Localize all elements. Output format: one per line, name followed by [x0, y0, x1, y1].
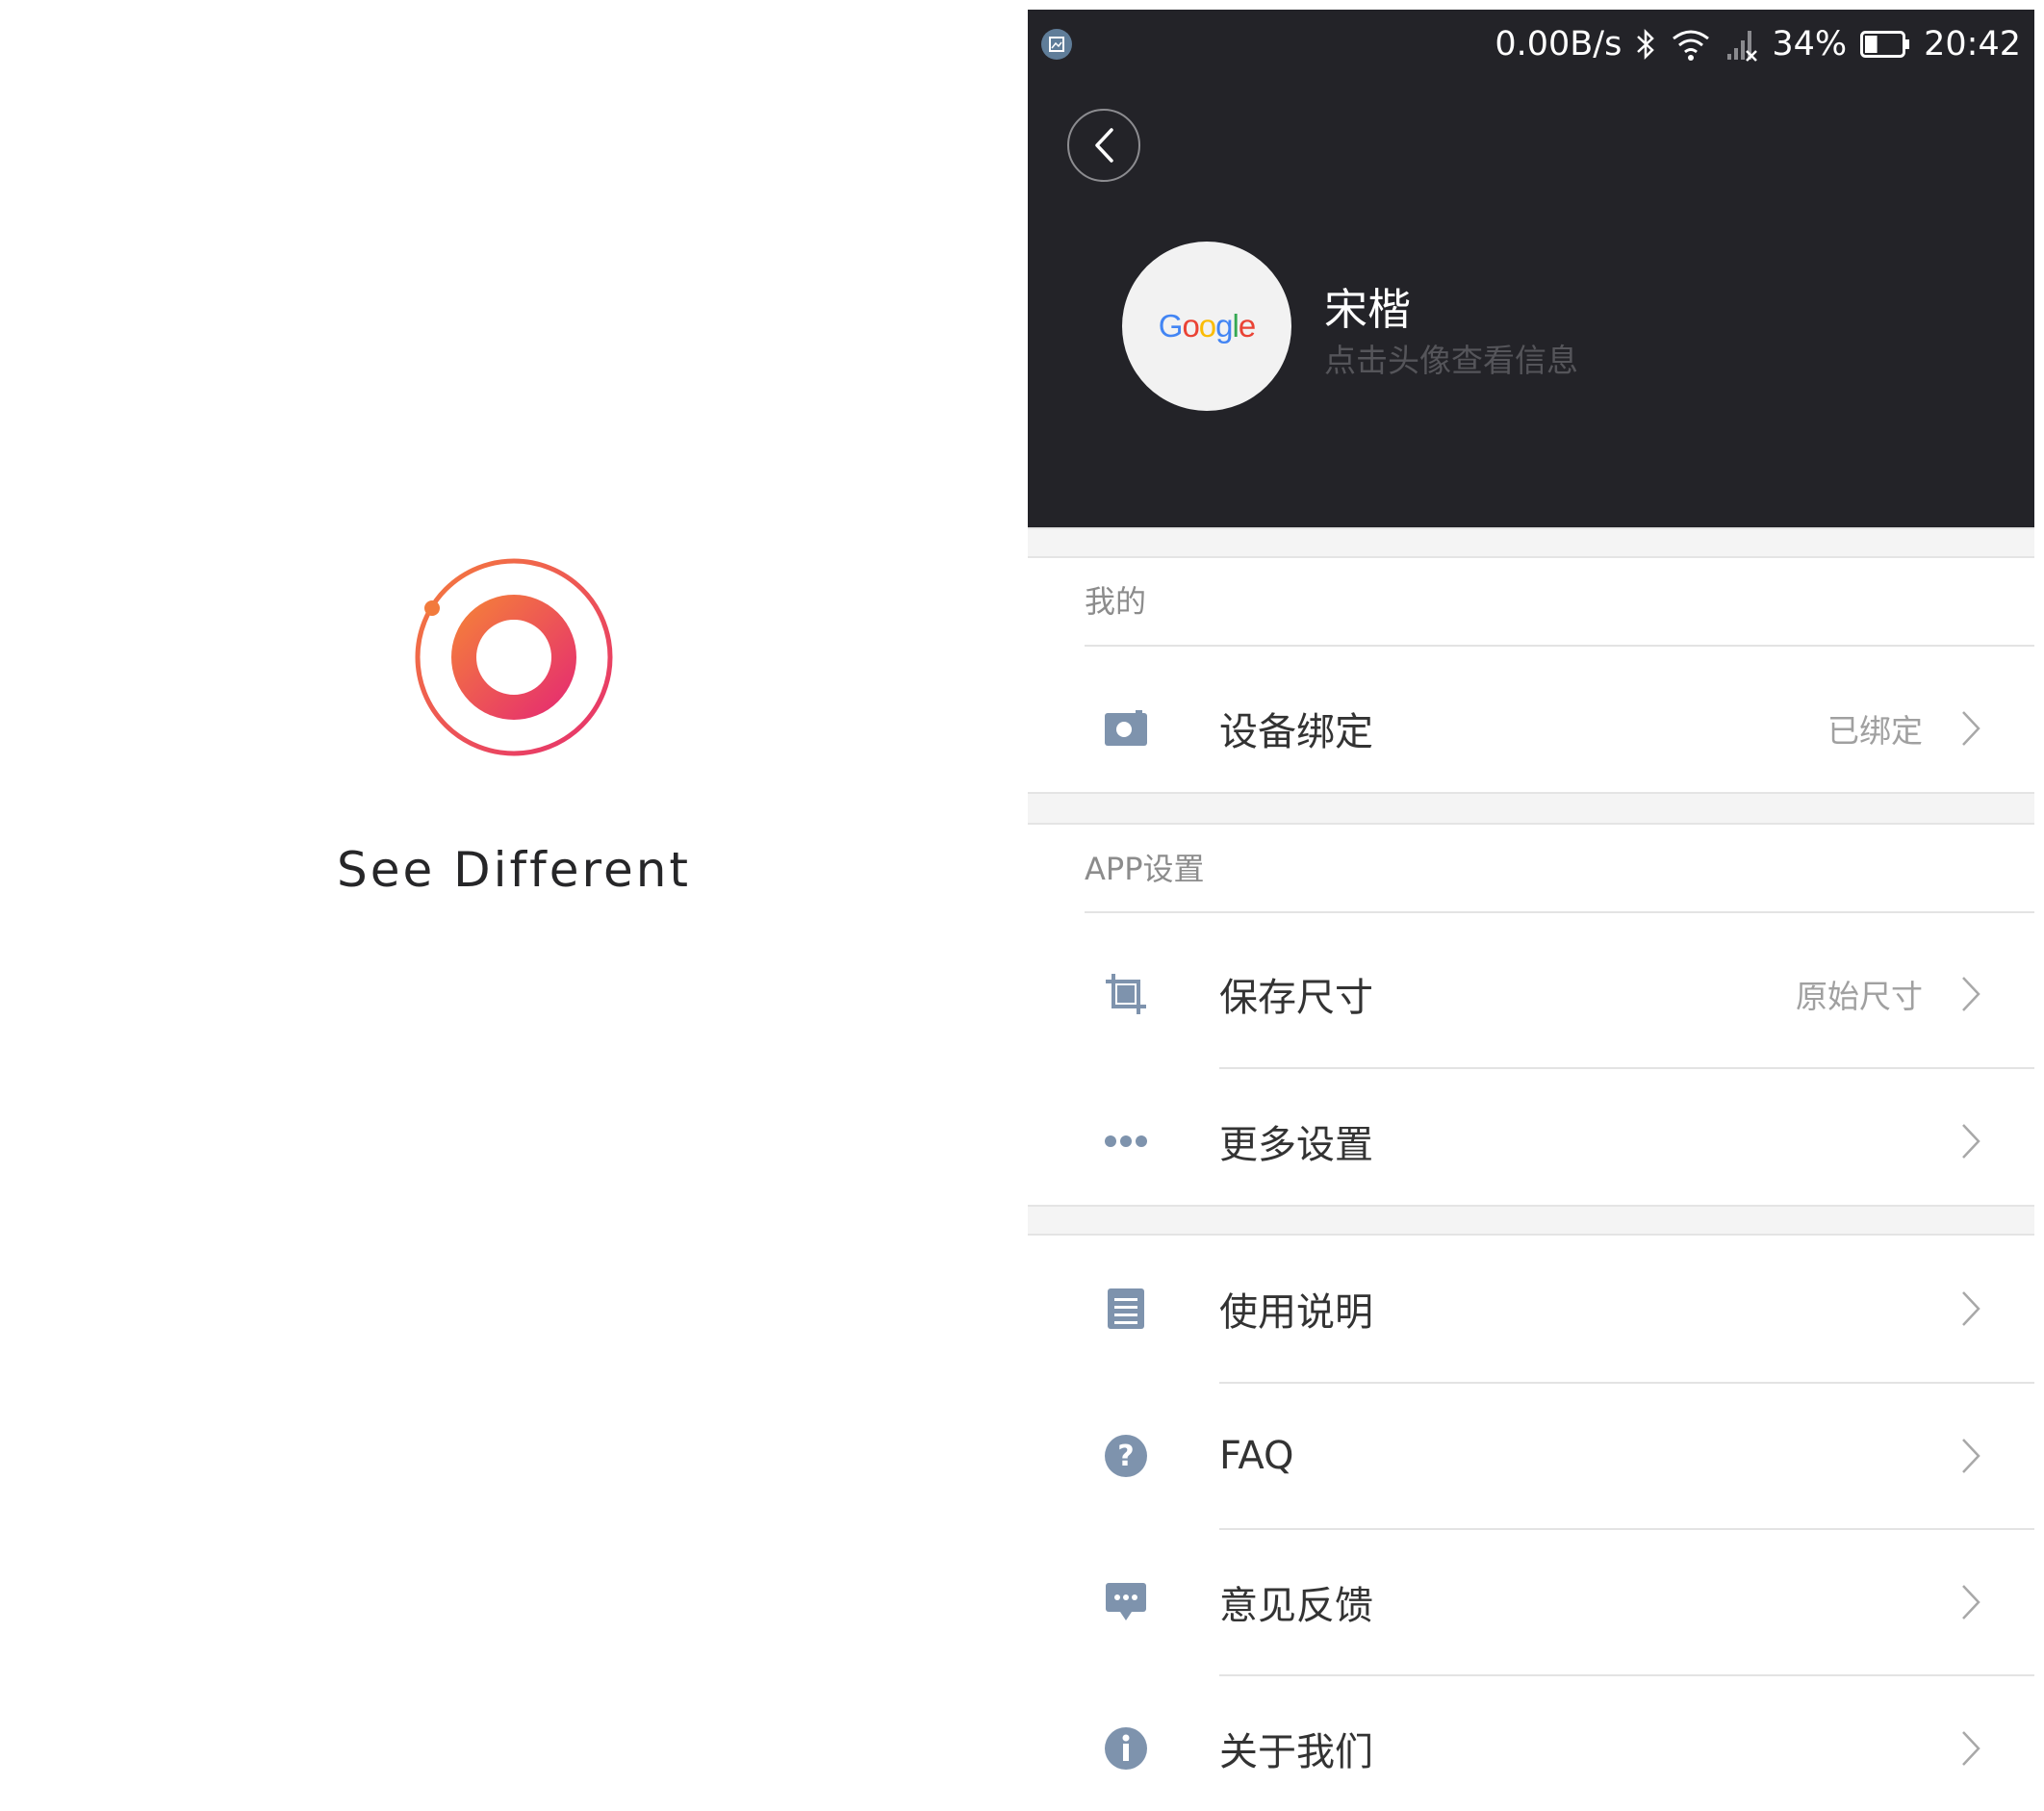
- row-label: 意见反馈: [1219, 1584, 1373, 1628]
- bluetooth-icon: [1637, 28, 1655, 61]
- screenshot-icon: [1041, 29, 1072, 60]
- row-label: 关于我们: [1219, 1730, 1373, 1774]
- avatar[interactable]: Google: [1122, 242, 1291, 411]
- google-letter: o: [1182, 308, 1199, 344]
- profile-header: 0.00B/s 34% 20:42 Google 宋楷 点击头像查看信息: [1028, 10, 2034, 527]
- wifi-icon: [1673, 30, 1710, 61]
- chevron-right-icon: [1962, 977, 1980, 1011]
- chevron-left-icon: [1095, 128, 1113, 163]
- avatar-hint-text: 点击头像查看信息: [1324, 342, 1578, 379]
- settings-screen: 0.00B/s 34% 20:42 Google 宋楷 点击头像查看信息 我的 …: [1028, 10, 2034, 1811]
- battery-percent: 34%: [1772, 25, 1848, 64]
- clock-time: 20:42: [1924, 25, 2021, 64]
- battery-icon: [1860, 31, 1910, 58]
- section-gap: [1028, 792, 2034, 825]
- google-letter: g: [1215, 308, 1233, 344]
- row-label: 更多设置: [1219, 1123, 1373, 1167]
- question-icon: ?: [1101, 1431, 1151, 1481]
- app-logo-icon: [415, 558, 613, 756]
- row-about-us[interactable]: 关于我们: [1028, 1675, 2034, 1811]
- feedback-icon: [1101, 1577, 1151, 1627]
- divider: [1085, 911, 2034, 913]
- row-instructions[interactable]: 使用说明: [1028, 1236, 2034, 1382]
- section-gap: [1028, 527, 2034, 558]
- row-value: 已绑定: [1827, 712, 1923, 750]
- more-dots-icon: [1101, 1116, 1151, 1166]
- section-title-app-settings: APP设置: [1085, 851, 1205, 887]
- row-save-size[interactable]: 保存尺寸 原始尺寸: [1028, 921, 2034, 1067]
- row-more-settings[interactable]: 更多设置: [1028, 1068, 2034, 1214]
- row-label: 设备绑定: [1219, 710, 1373, 754]
- google-letter: o: [1198, 308, 1216, 344]
- divider: [1085, 645, 2034, 647]
- row-label: 使用说明: [1219, 1290, 1373, 1335]
- row-label: 保存尺寸: [1219, 976, 1373, 1020]
- camera-icon: [1101, 703, 1151, 753]
- info-icon: [1101, 1723, 1151, 1773]
- chevron-right-icon: [1962, 711, 1980, 746]
- tagline-text: See Different: [336, 842, 692, 898]
- row-device-binding[interactable]: 设备绑定 已绑定: [1028, 655, 2034, 802]
- google-letter: e: [1238, 308, 1256, 344]
- splash-screen: See Different: [0, 0, 1028, 1811]
- back-button[interactable]: [1067, 109, 1140, 182]
- document-icon: [1101, 1284, 1151, 1334]
- chevron-right-icon: [1962, 1291, 1980, 1326]
- chevron-right-icon: [1962, 1585, 1980, 1620]
- section-title-mine: 我的: [1085, 583, 1147, 620]
- google-letter: G: [1158, 308, 1184, 344]
- row-label: FAQ: [1219, 1434, 1294, 1478]
- net-speed: 0.00B/s: [1495, 25, 1622, 64]
- row-value: 原始尺寸: [1796, 978, 1923, 1015]
- chevron-right-icon: [1962, 1124, 1980, 1159]
- crop-icon: [1101, 969, 1151, 1019]
- user-name: 宋楷: [1324, 284, 1412, 335]
- svg-text:?: ?: [1117, 1440, 1134, 1473]
- section-gap: [1028, 1205, 2034, 1236]
- chevron-right-icon: [1962, 1439, 1980, 1473]
- chevron-right-icon: [1962, 1731, 1980, 1766]
- status-bar: 0.00B/s 34% 20:42: [1028, 10, 2034, 83]
- google-logo: Google: [1158, 308, 1256, 344]
- signal-icon: [1727, 31, 1758, 62]
- row-faq[interactable]: ? FAQ: [1028, 1383, 2034, 1529]
- row-feedback[interactable]: 意见反馈: [1028, 1529, 2034, 1675]
